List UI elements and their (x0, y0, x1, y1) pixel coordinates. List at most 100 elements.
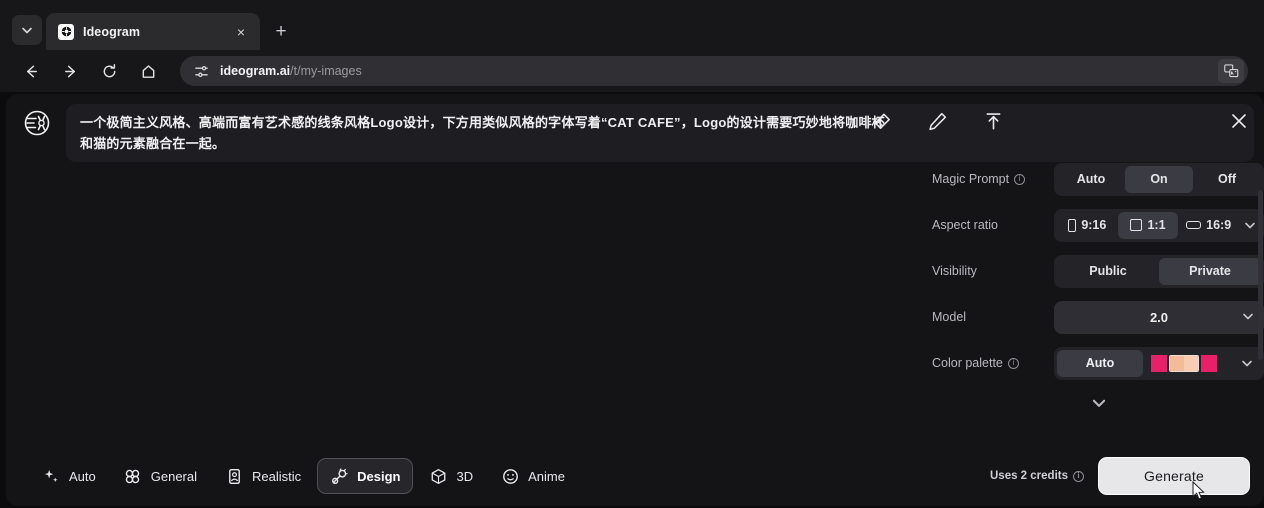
aspect-ratio-option-1-1-label: 1:1 (1147, 218, 1166, 232)
setting-row-magic-prompt: Magic Prompt i Auto On Off (924, 156, 1264, 202)
back-button[interactable] (16, 56, 46, 86)
visibility-option-public[interactable]: Public (1057, 258, 1159, 285)
color-swatch-4[interactable] (1201, 354, 1217, 372)
pencil-icon[interactable] (926, 110, 948, 132)
composer-tools (870, 110, 1250, 132)
aspect-ratio-label-text: Aspect ratio (932, 218, 999, 232)
portrait-rect-icon (1068, 218, 1077, 232)
style-option-realistic-label: Realistic (252, 468, 302, 484)
info-icon[interactable]: i (1014, 173, 1026, 185)
home-icon (142, 64, 154, 78)
info-icon[interactable]: i (1007, 357, 1019, 369)
color-palette-chevron-down-icon[interactable] (1241, 357, 1253, 369)
address-bar[interactable]: ideogram.ai/t/my-images (180, 56, 1248, 86)
credits-cost-text: Uses 2 credits (990, 470, 1068, 482)
reload-button[interactable] (94, 56, 124, 86)
color-swatch-3 (1184, 355, 1198, 371)
prompt-text: 一个极简主义风格、高端而富有艺术感的线条风格Logo设计，下方用类似风格的字体写… (80, 115, 885, 151)
style-option-general-label: General (150, 468, 197, 484)
tab-title: Ideogram (83, 24, 141, 39)
arrow-right-icon (64, 65, 75, 77)
expand-more-chevron-down-icon[interactable] (1091, 395, 1107, 411)
color-palette-auto-button[interactable]: Auto (1057, 349, 1143, 377)
browser-toolbar: ideogram.ai/t/my-images (0, 50, 1264, 92)
scrollbar[interactable] (1258, 190, 1263, 360)
aspect-ratio-option-1-1[interactable]: 1:1 (1117, 211, 1179, 239)
new-tab-button[interactable]: + (268, 18, 294, 44)
sparkle-icon (42, 467, 60, 485)
eraser-icon[interactable] (870, 110, 892, 132)
style-option-3d-label: 3D (456, 468, 474, 484)
landscape-rect-icon (1186, 221, 1202, 229)
model-chevron-down-icon (1242, 310, 1254, 325)
style-option-design-label: Design (357, 468, 401, 484)
style-option-anime-label: Anime (528, 468, 565, 484)
style-option-anime[interactable]: Anime (489, 458, 577, 494)
magic-prompt-option-on[interactable]: On (1125, 165, 1193, 193)
setting-row-color-palette: Color palette i Auto (924, 340, 1264, 386)
info-icon[interactable]: i (1073, 470, 1084, 482)
visibility-label-text: Visibility (932, 264, 977, 278)
aspect-ratio-option-16-9[interactable]: 16:9 (1178, 212, 1239, 239)
model-value: 2.0 (1149, 309, 1169, 325)
color-swatch-group-selected[interactable] (1169, 354, 1199, 372)
style-selector: Auto General Realistic Design 3D Anime (30, 458, 577, 494)
magic-prompt-option-auto[interactable]: Auto (1057, 166, 1125, 193)
anime-face-icon (501, 467, 519, 485)
browser-chrome: Ideogram × + ideogram.ai/t/my-images (0, 0, 1264, 92)
forward-button[interactable] (55, 56, 85, 86)
close-icon[interactable] (1228, 110, 1250, 132)
translate-icon[interactable] (1218, 59, 1244, 83)
ideogram-favicon-icon (58, 23, 74, 40)
color-palette-swatches[interactable] (1151, 354, 1217, 372)
model-dropdown[interactable]: 2.0 (1054, 300, 1264, 334)
browser-tab-ideogram[interactable]: Ideogram × (46, 13, 260, 50)
upload-icon[interactable] (982, 110, 1004, 132)
address-url: ideogram.ai/t/my-images (220, 64, 362, 78)
tab-list-button[interactable] (12, 15, 42, 45)
arrow-left-icon (26, 65, 37, 77)
four-circles-icon (124, 467, 142, 485)
color-palette-control: Auto (1054, 346, 1264, 380)
tune-icon[interactable] (192, 62, 210, 80)
tab-close-icon[interactable]: × (232, 23, 250, 41)
style-option-realistic[interactable]: Realistic (213, 458, 313, 494)
color-palette-label-text: Color palette (932, 356, 1003, 370)
color-swatch-2 (1170, 355, 1184, 371)
setting-row-aspect-ratio: Aspect ratio 9:16 1:1 16:9 (924, 202, 1264, 248)
aspect-ratio-segmented-control: 9:16 1:1 16:9 (1054, 208, 1264, 242)
style-option-design[interactable]: Design (317, 458, 414, 494)
tab-strip: Ideogram × + (0, 0, 1264, 50)
app-window: Ideogram × + ideogram.ai/t/my-images 一个极… (0, 0, 1264, 508)
credits-cost: Uses 2 credits i (990, 470, 1084, 482)
style-option-general[interactable]: General (112, 458, 209, 494)
style-bottom-bar: Auto General Realistic Design 3D Anime U… (6, 446, 1264, 506)
prompt-composer-panel: 一个极简主义风格、高端而富有艺术感的线条风格Logo设计，下方用类似风格的字体写… (6, 94, 1264, 506)
visibility-option-private[interactable]: Private (1159, 257, 1261, 285)
design-icon (330, 467, 348, 485)
setting-row-visibility: Visibility Public Private (924, 248, 1264, 294)
magic-prompt-segmented-control: Auto On Off (1054, 162, 1264, 196)
cube-icon (429, 467, 447, 485)
magic-prompt-label-text: Magic Prompt (932, 172, 1010, 186)
photo-card-icon (225, 467, 243, 485)
square-rect-icon (1130, 219, 1143, 231)
aspect-ratio-option-9-16-label: 9:16 (1081, 218, 1107, 232)
model-label-text: Model (932, 310, 967, 324)
magic-prompt-label: Magic Prompt i (924, 172, 1054, 186)
address-path: /t/my-images (290, 64, 362, 78)
aspect-ratio-option-9-16[interactable]: 9:16 (1057, 212, 1118, 239)
ideogram-logo-icon (22, 108, 52, 138)
chevron-down-icon (22, 27, 32, 34)
home-button[interactable] (133, 56, 163, 86)
color-swatch-1[interactable] (1151, 354, 1167, 372)
generate-button[interactable]: Generate (1098, 457, 1250, 495)
magic-prompt-option-off[interactable]: Off (1193, 166, 1261, 193)
setting-row-model: Model 2.0 (924, 294, 1264, 340)
style-option-auto[interactable]: Auto (30, 458, 108, 494)
model-label: Model (924, 310, 1054, 324)
reload-icon (103, 63, 115, 77)
mouse-cursor (1192, 481, 1205, 500)
visibility-label: Visibility (924, 264, 1054, 278)
style-option-3d[interactable]: 3D (417, 458, 485, 494)
